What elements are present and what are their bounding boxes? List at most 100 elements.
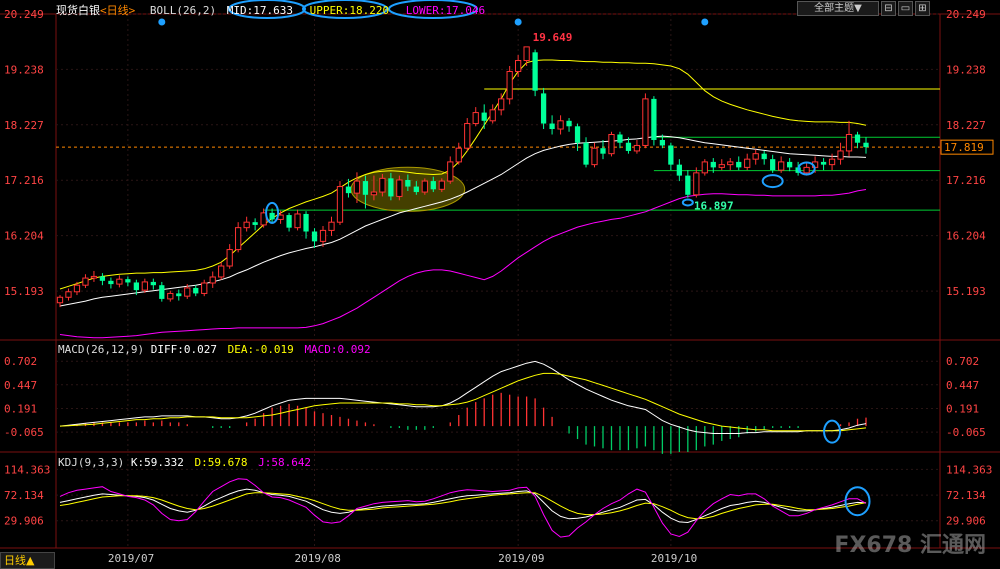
candle-body-up[interactable] [642,98,649,146]
candle-body-down[interactable] [532,52,538,91]
candle-body-up[interactable] [56,296,64,304]
candle-body-down[interactable] [549,123,555,130]
window-minimize-button[interactable]: ▭ [898,1,913,16]
y-tick-label-right: 0.191 [946,402,979,415]
candle-body-down[interactable] [345,186,352,194]
candle-body-up[interactable] [523,46,530,62]
candle-body-up[interactable] [294,213,301,229]
period-selector-button[interactable]: 日线▲ [0,552,55,569]
window-restore-button[interactable]: ⊟ [881,1,896,16]
candle-body-up[interactable] [744,158,751,168]
candle-body-up[interactable] [209,276,216,284]
candle-body-up[interactable] [353,180,361,194]
candle-body-down[interactable] [362,181,369,195]
candle-body-down[interactable] [269,212,275,220]
candle-body-down[interactable] [405,179,411,187]
candle-body-up[interactable] [803,166,810,174]
candle-body-down[interactable] [311,231,318,242]
candle-body-down[interactable] [651,98,657,140]
candle-body-down[interactable] [125,279,131,283]
candle-body-up[interactable] [464,123,471,149]
candle-body-down[interactable] [303,213,309,232]
candle-body-down[interactable] [388,178,394,197]
candle-body-up[interactable] [718,164,725,168]
candle-body-up[interactable] [141,281,148,291]
candle-body-down[interactable] [481,112,487,121]
candle-body-down[interactable] [108,280,114,285]
candle-body-up[interactable] [489,109,496,122]
candle-body-up[interactable] [65,291,72,298]
candle-body-down[interactable] [787,161,793,168]
candle-body-up[interactable] [837,150,844,160]
candle-body-up[interactable] [201,282,208,294]
candle-body-up[interactable] [701,161,708,174]
candle-body-down[interactable] [820,161,827,165]
candle-body-down[interactable] [710,161,716,168]
candle-body-up[interactable] [90,275,98,279]
candle-body-down[interactable] [150,281,156,286]
candle-body-down[interactable] [413,186,419,193]
candle-body-up[interactable] [506,70,513,100]
candle-body-down[interactable] [770,159,776,171]
candle-body-down[interactable] [193,287,199,294]
candle-body-down[interactable] [761,153,767,160]
candle-body-down[interactable] [685,175,691,195]
candle-body-down[interactable] [159,285,165,299]
candle-body-up[interactable] [82,277,89,286]
candle-body-up[interactable] [778,161,785,171]
candle-body-down[interactable] [668,145,674,165]
candle-body-up[interactable] [591,147,598,166]
candle-body-down[interactable] [99,276,106,281]
candle-body-up[interactable] [693,172,700,196]
candle-body-down[interactable] [676,164,682,176]
candle-body-up[interactable] [116,278,123,285]
candle-body-down[interactable] [430,181,436,190]
candle-body-up[interactable] [243,221,250,229]
theme-button[interactable]: 全部主题▼ [797,1,879,16]
candle-body-up[interactable] [633,144,641,152]
window-tile-button[interactable]: ⊞ [915,1,930,16]
candle-body-up[interactable] [218,265,225,278]
candle-body-up[interactable] [845,134,853,152]
candle-body-up[interactable] [235,227,242,251]
candle-body-down[interactable] [863,142,869,148]
candle-body-down[interactable] [176,293,182,297]
candle-body-up[interactable] [472,112,479,125]
candle-body-down[interactable] [625,142,632,151]
candle-body-down[interactable] [574,126,581,143]
candle-body-up[interactable] [226,249,233,267]
candle-body-down[interactable] [600,148,606,154]
candle-body-up[interactable] [557,120,564,130]
candle-body-up[interactable] [515,60,522,72]
candle-body-down[interactable] [252,222,258,225]
candle-body-up[interactable] [727,161,734,166]
candle-body-down[interactable] [133,282,139,291]
candle-body-up[interactable] [370,191,378,196]
candle-body-down[interactable] [659,139,666,146]
candle-body-up[interactable] [73,284,81,293]
candle-body-up[interactable] [336,186,344,223]
candle-body-down[interactable] [286,215,292,228]
candle-body-down[interactable] [540,93,547,124]
candle-body-up[interactable] [421,180,428,193]
candle-body-up[interactable] [328,221,335,231]
candle-body-down[interactable] [583,142,589,165]
candle-body-down[interactable] [854,134,861,143]
candle-body-up[interactable] [828,158,836,166]
candle-body-up[interactable] [184,287,191,297]
candle-body-up[interactable] [608,134,615,155]
candle-body-up[interactable] [752,153,759,160]
candle-body-down[interactable] [566,120,572,127]
candle-body-up[interactable] [319,229,327,242]
candle-body-up[interactable] [455,147,462,163]
candle-body-up[interactable] [167,292,174,300]
candle-body-up[interactable] [498,98,505,111]
candle-body-up[interactable] [438,180,445,190]
candle-body-up[interactable] [396,179,403,197]
candle-body-up[interactable] [379,177,386,193]
candle-body-down[interactable] [617,134,623,143]
candle-body-down[interactable] [736,161,742,168]
candles-layer[interactable] [56,46,869,308]
chart-canvas[interactable]: 20.249 20.249 19.238 19.238 18.227 18.227 17.2… [0,0,1000,569]
candle-body-up[interactable] [447,161,454,182]
